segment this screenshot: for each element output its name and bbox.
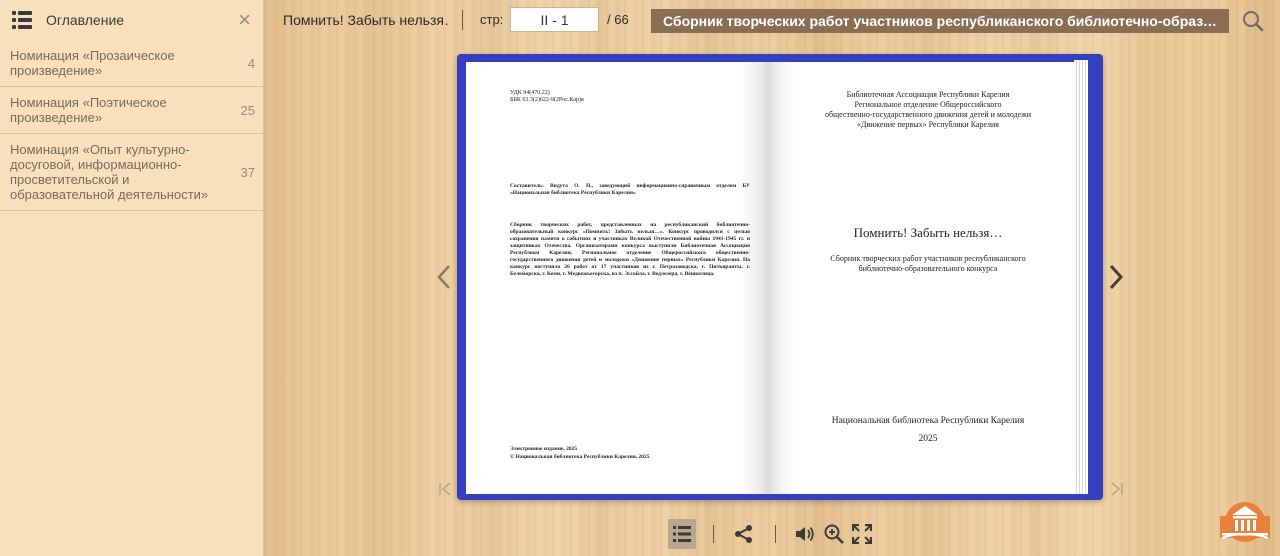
- toc-sidebar: Оглавление × Номинация «Прозаическое про…: [0, 0, 264, 556]
- first-page-icon[interactable]: [438, 481, 454, 497]
- udk-block: УДК 94(470.22) ББК 63.3(2)622-9(2Рос.Кар…: [510, 90, 584, 104]
- page-gutter-shadow: [740, 62, 768, 494]
- publication-year: 2025: [918, 434, 938, 444]
- toc-item-page: 37: [240, 164, 255, 180]
- toc-item-page: 25: [240, 102, 255, 118]
- book-title: Помнить! Забыть нельзя…: [853, 225, 1003, 240]
- toolbar-divider: [713, 525, 714, 543]
- copyright-line: © Национальная библиотека Республики Кар…: [510, 454, 650, 460]
- toc-icon: [673, 526, 691, 542]
- search-icon[interactable]: [1242, 10, 1264, 32]
- fullscreen-button[interactable]: [851, 519, 873, 549]
- toc-item[interactable]: Номинация «Прозаическое произведение» 4: [0, 40, 263, 87]
- page-total: / 66: [607, 12, 629, 27]
- compiler-text: Составитель: Видута О. Н., заведующий ин…: [510, 183, 750, 196]
- page-label: стр:: [480, 12, 504, 27]
- toc-button[interactable]: [668, 519, 696, 549]
- toc-item-label: Номинация «Опыт культурно-досуговой, инф…: [10, 142, 209, 202]
- menu-icon[interactable]: [12, 11, 32, 29]
- zoom-button[interactable]: [823, 519, 845, 549]
- toc-item-label: Номинация «Поэтическое произведение»: [10, 95, 167, 125]
- toc-item[interactable]: Номинация «Поэтическое произведение» 25: [0, 87, 263, 134]
- toolbar-divider: [775, 525, 776, 543]
- publisher-line: «Движение первых» Республики Карелия: [856, 120, 999, 129]
- page-number-input[interactable]: [510, 7, 599, 32]
- sound-icon: [796, 526, 814, 542]
- sidebar-header: Оглавление ×: [0, 0, 263, 40]
- bbk-line: ББК 63.3(2)622-9(2Рос.Кар)я: [510, 97, 584, 103]
- page-edges: [1074, 60, 1088, 494]
- udk-line: УДК 94(470.22): [510, 90, 550, 96]
- document-title-bar: Сборник творческих работ участников респ…: [651, 9, 1229, 33]
- left-page[interactable]: УДК 94(470.22) ББК 63.3(2)622-9(2Рос.Кар…: [466, 62, 768, 494]
- abstract-text: Сборник творческих работ, представленных…: [510, 222, 750, 277]
- toc-item-label: Номинация «Прозаическое произведение»: [10, 48, 175, 78]
- close-icon[interactable]: ×: [238, 9, 251, 31]
- publisher-line: Библиотечная Ассоциация Республики Карел…: [846, 90, 1010, 99]
- subtitle-line: библиотечно-образовательного конкурса: [858, 264, 998, 273]
- publisher-name: Национальная библиотека Республики Карел…: [831, 416, 1025, 426]
- share-icon: [735, 525, 752, 543]
- toc-item-page: 4: [247, 55, 255, 71]
- last-page-icon[interactable]: [1108, 481, 1124, 497]
- zoom-icon: [824, 524, 844, 544]
- bottom-toolbar: [668, 519, 878, 549]
- library-logo[interactable]: [1218, 500, 1272, 544]
- sidebar-title: Оглавление: [46, 12, 125, 28]
- publisher-line: Региональное отделение Общероссийского: [854, 100, 1002, 109]
- edition-block: Электронное издание, 2025 © Национальная…: [510, 445, 750, 461]
- toolbar-divider: [462, 10, 463, 30]
- book-spread: УДК 94(470.22) ББК 63.3(2)622-9(2Рос.Кар…: [457, 54, 1103, 500]
- publisher-line: общественно-государственного движения де…: [824, 110, 1032, 119]
- subtitle-line: Сборник творческих работ участников респ…: [830, 254, 1026, 263]
- toc-item[interactable]: Номинация «Опыт культурно-досуговой, инф…: [0, 134, 263, 211]
- fullscreen-icon: [852, 524, 872, 544]
- document-short-title: Помнить! Забыть нельзя…: [283, 12, 448, 28]
- next-arrow-icon[interactable]: [1108, 264, 1124, 290]
- right-page[interactable]: Библиотечная Ассоциация Республики Карел…: [768, 62, 1074, 494]
- book-subtitle: Сборник творческих работ участников респ…: [788, 254, 1068, 274]
- edition-line: Электронное издание, 2025: [510, 446, 578, 452]
- prev-arrow-icon[interactable]: [436, 264, 452, 290]
- sound-button[interactable]: [794, 519, 816, 549]
- publishers-block: Библиотечная Ассоциация Республики Карел…: [788, 90, 1068, 130]
- top-toolbar: Помнить! Забыть нельзя… стр: / 66 Сборни…: [264, 0, 1280, 40]
- share-button[interactable]: [732, 519, 756, 549]
